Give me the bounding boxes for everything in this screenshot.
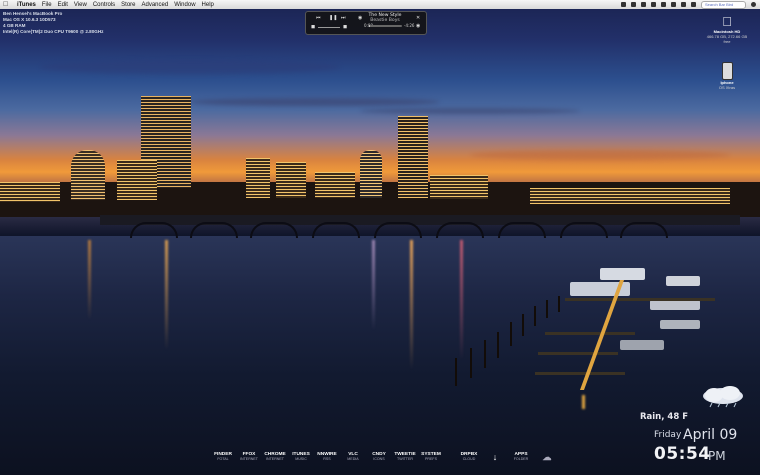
volume-icon[interactable] xyxy=(671,2,676,7)
menu-edit[interactable]: Edit xyxy=(58,2,68,8)
desktop-icon-iphone[interactable]: Iphone OS Xtras xyxy=(712,62,742,90)
dock-item-candybar[interactable]: CNDY ICONS xyxy=(366,452,392,472)
cloud xyxy=(470,150,730,160)
menu-store[interactable]: Store xyxy=(121,2,135,8)
close-miniplayer-icon[interactable]: ✕ xyxy=(416,15,420,21)
menu-window[interactable]: Window xyxy=(174,2,195,8)
track-progress[interactable] xyxy=(369,25,402,27)
weather-date: April 09 xyxy=(683,427,738,443)
shuffle-icon[interactable]: ◉ xyxy=(416,23,420,29)
trash-icon[interactable]: ☁ xyxy=(534,452,560,472)
menu-advanced[interactable]: Advanced xyxy=(142,2,169,8)
search-field[interactable]: Search Bar Bird xyxy=(701,0,746,9)
apple-logo-icon:  xyxy=(704,14,750,29)
dock-item-chrome[interactable]: CHROME INTERNET xyxy=(262,452,288,472)
weather-day: Friday xyxy=(654,430,682,440)
menu-extras: Search Bar Bird xyxy=(621,0,756,9)
volume-high-icon: ◼ xyxy=(343,24,348,30)
dock: FINDER FOTAL FFOX INTERNET CHROME INTERNET … xyxy=(210,452,560,472)
menu-help[interactable]: Help xyxy=(202,2,214,8)
dock-item-apps[interactable]: APPS FOLDER xyxy=(508,452,534,472)
clock-time: 05:54 xyxy=(654,444,711,464)
dock-item-finder[interactable]: FINDER FOTAL xyxy=(210,452,236,472)
menu-app-itunes[interactable]: iTunes xyxy=(17,2,36,8)
bluetooth-icon[interactable] xyxy=(651,2,656,7)
dock-item-vlc[interactable]: VLC MEDIA xyxy=(340,452,366,472)
rain-cloud-icon xyxy=(700,386,746,408)
dock-item-netnewswire[interactable]: NNWIRE RSS xyxy=(314,452,340,472)
downloads-stack-icon[interactable]: ↓ xyxy=(482,452,508,472)
dock-item-firefox[interactable]: FFOX INTERNET xyxy=(236,452,262,472)
dock-item-itunes[interactable]: ITUNES MUSIC xyxy=(288,452,314,472)
weather-condition: Rain, 48 F xyxy=(639,412,688,422)
cloud xyxy=(40,60,340,74)
dock-item-tweetie[interactable]: TWEETIE TWITTER xyxy=(392,452,418,472)
previous-icon[interactable]: ⏮ xyxy=(316,15,321,21)
sysinfo-line: Intel(R) Core(TM)2 Duo CPU T9600 @ 2.80G… xyxy=(3,29,104,34)
cloud xyxy=(190,98,440,106)
dropbox-icon[interactable] xyxy=(621,2,626,7)
cloud xyxy=(360,108,580,114)
dock-item-system-prefs[interactable]: SYSTEM PREFS xyxy=(418,452,444,472)
volume-slider[interactable] xyxy=(318,27,340,28)
track-info: The New Style Beastie Boys xyxy=(354,13,416,23)
wifi-icon[interactable] xyxy=(661,2,666,7)
pause-icon[interactable]: ❚❚ xyxy=(329,15,337,21)
menu-file[interactable]: File xyxy=(42,2,52,8)
system-info: Ben Hensel's MacBook Pro Mac OS X 10.6.3… xyxy=(3,11,103,35)
spotlight-icon[interactable] xyxy=(751,2,756,7)
volume-low-icon: ◼ xyxy=(311,24,316,30)
battery-icon[interactable] xyxy=(681,2,686,7)
menu-controls[interactable]: Controls xyxy=(93,2,115,8)
iphone-icon xyxy=(721,62,733,80)
user-icon[interactable] xyxy=(691,2,696,7)
clock-ampm: PM xyxy=(708,449,726,463)
sync-icon[interactable] xyxy=(631,2,636,7)
dock-item-dropbox[interactable]: DRPBX CLOUD xyxy=(456,452,482,472)
remaining-time: -4:26 xyxy=(404,23,415,28)
menu-view[interactable]: View xyxy=(74,2,87,8)
apple-menu-icon[interactable]:  xyxy=(3,1,11,8)
next-icon[interactable]: ⏭ xyxy=(341,15,346,21)
time-machine-icon[interactable] xyxy=(641,2,646,7)
desktop-icon-macintosh-hd[interactable]:  Macintosh HD 466.78 GB, 272.66 GB free xyxy=(704,14,750,44)
menu-bar:  iTunes File Edit View Controls Store A… xyxy=(0,0,760,9)
river xyxy=(0,236,760,475)
